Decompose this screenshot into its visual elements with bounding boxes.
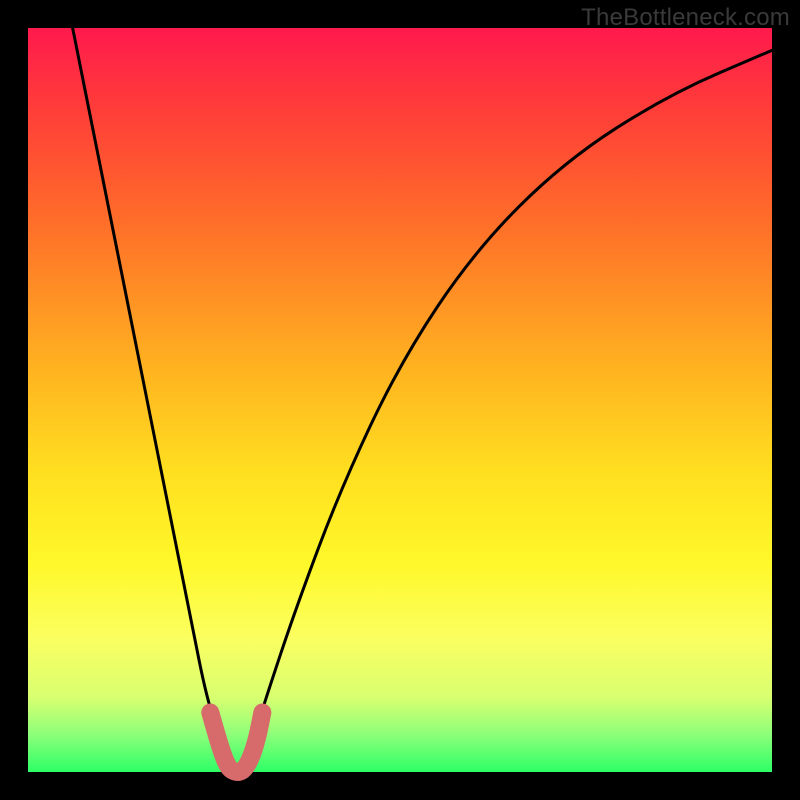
bottleneck-curve [73, 28, 772, 772]
valley-highlight [210, 712, 262, 772]
chart-svg [28, 28, 772, 772]
watermark-text: TheBottleneck.com [581, 4, 790, 32]
